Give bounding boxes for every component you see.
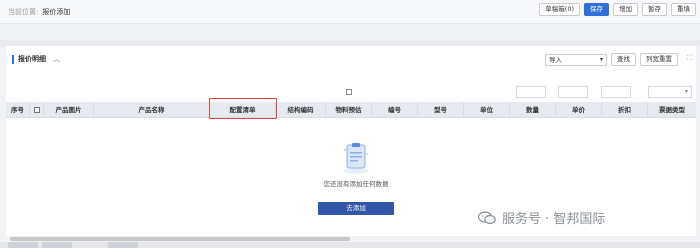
breadcrumb-current: 报价添加	[42, 8, 71, 16]
table-header: 序号 产品图片 产品名称 配置清单 结构编码 物料预估 编号 型号 单位 数量 …	[6, 102, 696, 118]
clipboard-icon	[341, 142, 371, 174]
filter-input-price[interactable]	[558, 86, 588, 98]
col-discount: 折扣	[602, 102, 648, 118]
section-accent-bar	[12, 54, 14, 64]
reset-columns-button[interactable]: 列宽重置	[640, 53, 678, 66]
watermark: 服务号 · 智邦国际	[477, 208, 606, 227]
select-all-checkbox[interactable]	[33, 107, 40, 113]
drafts-button[interactable]: 草稿箱(0)	[539, 3, 580, 16]
col-model: 型号	[418, 102, 464, 118]
bottom-tab[interactable]	[8, 242, 38, 248]
col-invoice-type: 票据类型	[659, 106, 685, 114]
wechat-icon	[477, 210, 496, 225]
col-structure-code: 结构编码	[276, 102, 326, 118]
header-actions: 草稿箱(0) 保存 增加 暂存 重填	[539, 3, 696, 16]
table-tools: 导入 ▾ 查找 列宽重置	[545, 53, 678, 66]
col-select-all[interactable]	[30, 102, 44, 118]
go-add-button[interactable]: 去添加	[318, 202, 394, 215]
col-unit-price: 单价	[556, 102, 602, 118]
breadcrumb: 当前位置: 报价添加	[8, 7, 70, 17]
filter-input-quantity[interactable]	[516, 86, 546, 98]
section-header: 报价明细 ︿	[12, 54, 60, 64]
chevron-up-icon[interactable]: ︿	[53, 54, 60, 64]
watermark-text: 服务号 · 智邦国际	[502, 212, 606, 227]
bottom-tab-strip	[0, 242, 700, 248]
section-title: 报价明细	[18, 55, 46, 63]
empty-state: 您还没有添加任何数据	[306, 142, 406, 188]
top-bar: 当前位置: 报价添加 草稿箱(0) 保存 增加 暂存 重填	[0, 0, 700, 24]
col-quantity: 数量	[510, 102, 556, 118]
expand-icon[interactable]: ⛶	[687, 54, 692, 63]
filter-input-discount[interactable]	[601, 86, 631, 98]
bottom-tab[interactable]	[42, 242, 72, 248]
import-select-value: 导入	[549, 55, 562, 64]
col-number: 编号	[372, 102, 418, 118]
scrollbar-thumb[interactable]	[10, 237, 350, 241]
breadcrumb-prefix: 当前位置:	[8, 8, 39, 16]
col-config-list: 配置清单	[210, 102, 276, 118]
col-product-image: 产品图片	[44, 102, 94, 118]
import-select[interactable]: 导入 ▾	[545, 53, 607, 66]
chevron-down-icon: ▾	[599, 55, 603, 63]
save-button[interactable]: 保存	[584, 3, 609, 16]
col-product-name: 产品名称	[94, 102, 210, 118]
bottom-tab[interactable]	[108, 242, 138, 248]
empty-state-text: 您还没有添加任何数据	[323, 180, 389, 188]
refill-button[interactable]: 重填	[671, 3, 696, 16]
col-material-estimate: 物料预估	[326, 102, 372, 118]
add-button[interactable]: 增加	[613, 3, 638, 16]
filter-checkbox[interactable]	[346, 89, 352, 95]
col-index: 序号	[6, 102, 30, 118]
search-button[interactable]: 查找	[611, 53, 636, 66]
filter-row: ▾	[6, 86, 696, 100]
filter-select-invoice-type[interactable]: ▾	[648, 86, 692, 98]
temp-save-button[interactable]: 暂存	[642, 3, 667, 16]
col-unit: 单位	[464, 102, 510, 118]
